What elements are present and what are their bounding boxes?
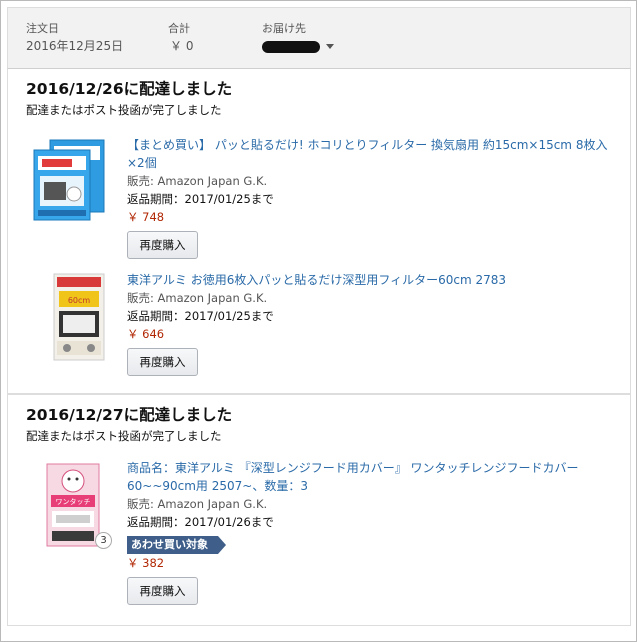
order-date-label: 注文日 (26, 22, 59, 35)
order-total: ￥ 0 (170, 39, 194, 53)
shipment-title: 2016/12/27に配達しました (26, 406, 233, 424)
seller: 販売: Amazon Japan G.K. (127, 174, 268, 188)
order-item: 60cm 東洋アルミ お徳用6枚入パッと貼るだけ深型用フィルター60cm 278… (8, 269, 630, 389)
caret-down-icon[interactable] (326, 44, 334, 49)
ship-to-dropdown[interactable] (262, 37, 334, 55)
return-period: 返品期間：2017/01/26まで (127, 515, 274, 529)
order-header: 注文日 2016年12月25日 合計 ￥ 0 お届け先 (7, 7, 631, 69)
order-date: 2016年12月25日 (26, 39, 124, 53)
product-image: 60cm (53, 273, 105, 361)
quantity-badge: 3 (95, 532, 112, 549)
item-info: 東洋アルミ お徳用6枚入パッと貼るだけ深型用フィルター60cm 2783 販売:… (127, 271, 622, 376)
shipment-status: 配達またはポスト投函が完了しました (26, 103, 222, 117)
item-price: ￥ 646 (127, 327, 165, 341)
seller: 販売: Amazon Japan G.K. (127, 291, 268, 305)
product-title-link[interactable]: 【まとめ買い】 パッと貼るだけ! ホコリとりフィルター 換気扇用 約15cm×1… (127, 136, 622, 172)
buy-again-button[interactable]: 再度購入 (127, 231, 198, 259)
product-thumbnail-deep-filter[interactable]: 60cm (53, 273, 105, 361)
order-total-label: 合計 (168, 22, 190, 35)
svg-text:ワンタッチ: ワンタッチ (56, 497, 91, 506)
add-on-item-badge: あわせ買い対象 (127, 536, 226, 554)
item-price: ￥ 748 (127, 210, 165, 224)
redacted-recipient (262, 40, 320, 53)
shipment-card-1: 2016/12/26に配達しました 配達またはポスト投函が完了しました 【まとめ… (7, 69, 631, 394)
product-thumbnail-filter-pack[interactable] (30, 138, 106, 222)
ship-to-block[interactable]: お届け先 (262, 21, 334, 55)
buy-again-button[interactable]: 再度購入 (127, 577, 198, 605)
return-period: 返品期間：2017/01/25まで (127, 309, 274, 323)
order-date-block: 注文日 2016年12月25日 (26, 21, 123, 55)
buy-again-button[interactable]: 再度購入 (127, 348, 198, 376)
order-item: 【まとめ買い】 パッと貼るだけ! ホコリとりフィルター 換気扇用 約15cm×1… (8, 132, 630, 267)
product-thumbnail-range-cover[interactable]: ワンタッチ (46, 463, 100, 547)
shipment-title: 2016/12/26に配達しました (26, 80, 233, 98)
product-image (33, 139, 105, 221)
return-period: 返品期間：2017/01/25まで (127, 192, 274, 206)
product-title-link[interactable]: 商品名：東洋アルミ 『深型レンジフード用カバー』 ワンタッチレンジフードカバー … (127, 459, 622, 495)
product-image: ワンタッチ (46, 463, 100, 547)
svg-text:60cm: 60cm (68, 296, 91, 305)
product-title-link[interactable]: 東洋アルミ お徳用6枚入パッと貼るだけ深型用フィルター60cm 2783 (127, 271, 622, 289)
seller: 販売: Amazon Japan G.K. (127, 497, 268, 511)
item-price: ￥ 382 (127, 556, 165, 570)
shipment-card-2: 2016/12/27に配達しました 配達またはポスト投函が完了しました ワンタッ… (7, 394, 631, 626)
order-total-block: 合計 ￥ 0 (168, 21, 193, 55)
shipment-status: 配達またはポスト投函が完了しました (26, 429, 222, 443)
ship-to-label: お届け先 (262, 22, 306, 35)
item-info: 商品名：東洋アルミ 『深型レンジフード用カバー』 ワンタッチレンジフードカバー … (127, 459, 622, 605)
item-info: 【まとめ買い】 パッと貼るだけ! ホコリとりフィルター 換気扇用 約15cm×1… (127, 136, 622, 259)
order-item: ワンタッチ 3 商品名：東洋アルミ 『深型レンジフード用カバー』 ワンタッチレン… (8, 457, 630, 622)
